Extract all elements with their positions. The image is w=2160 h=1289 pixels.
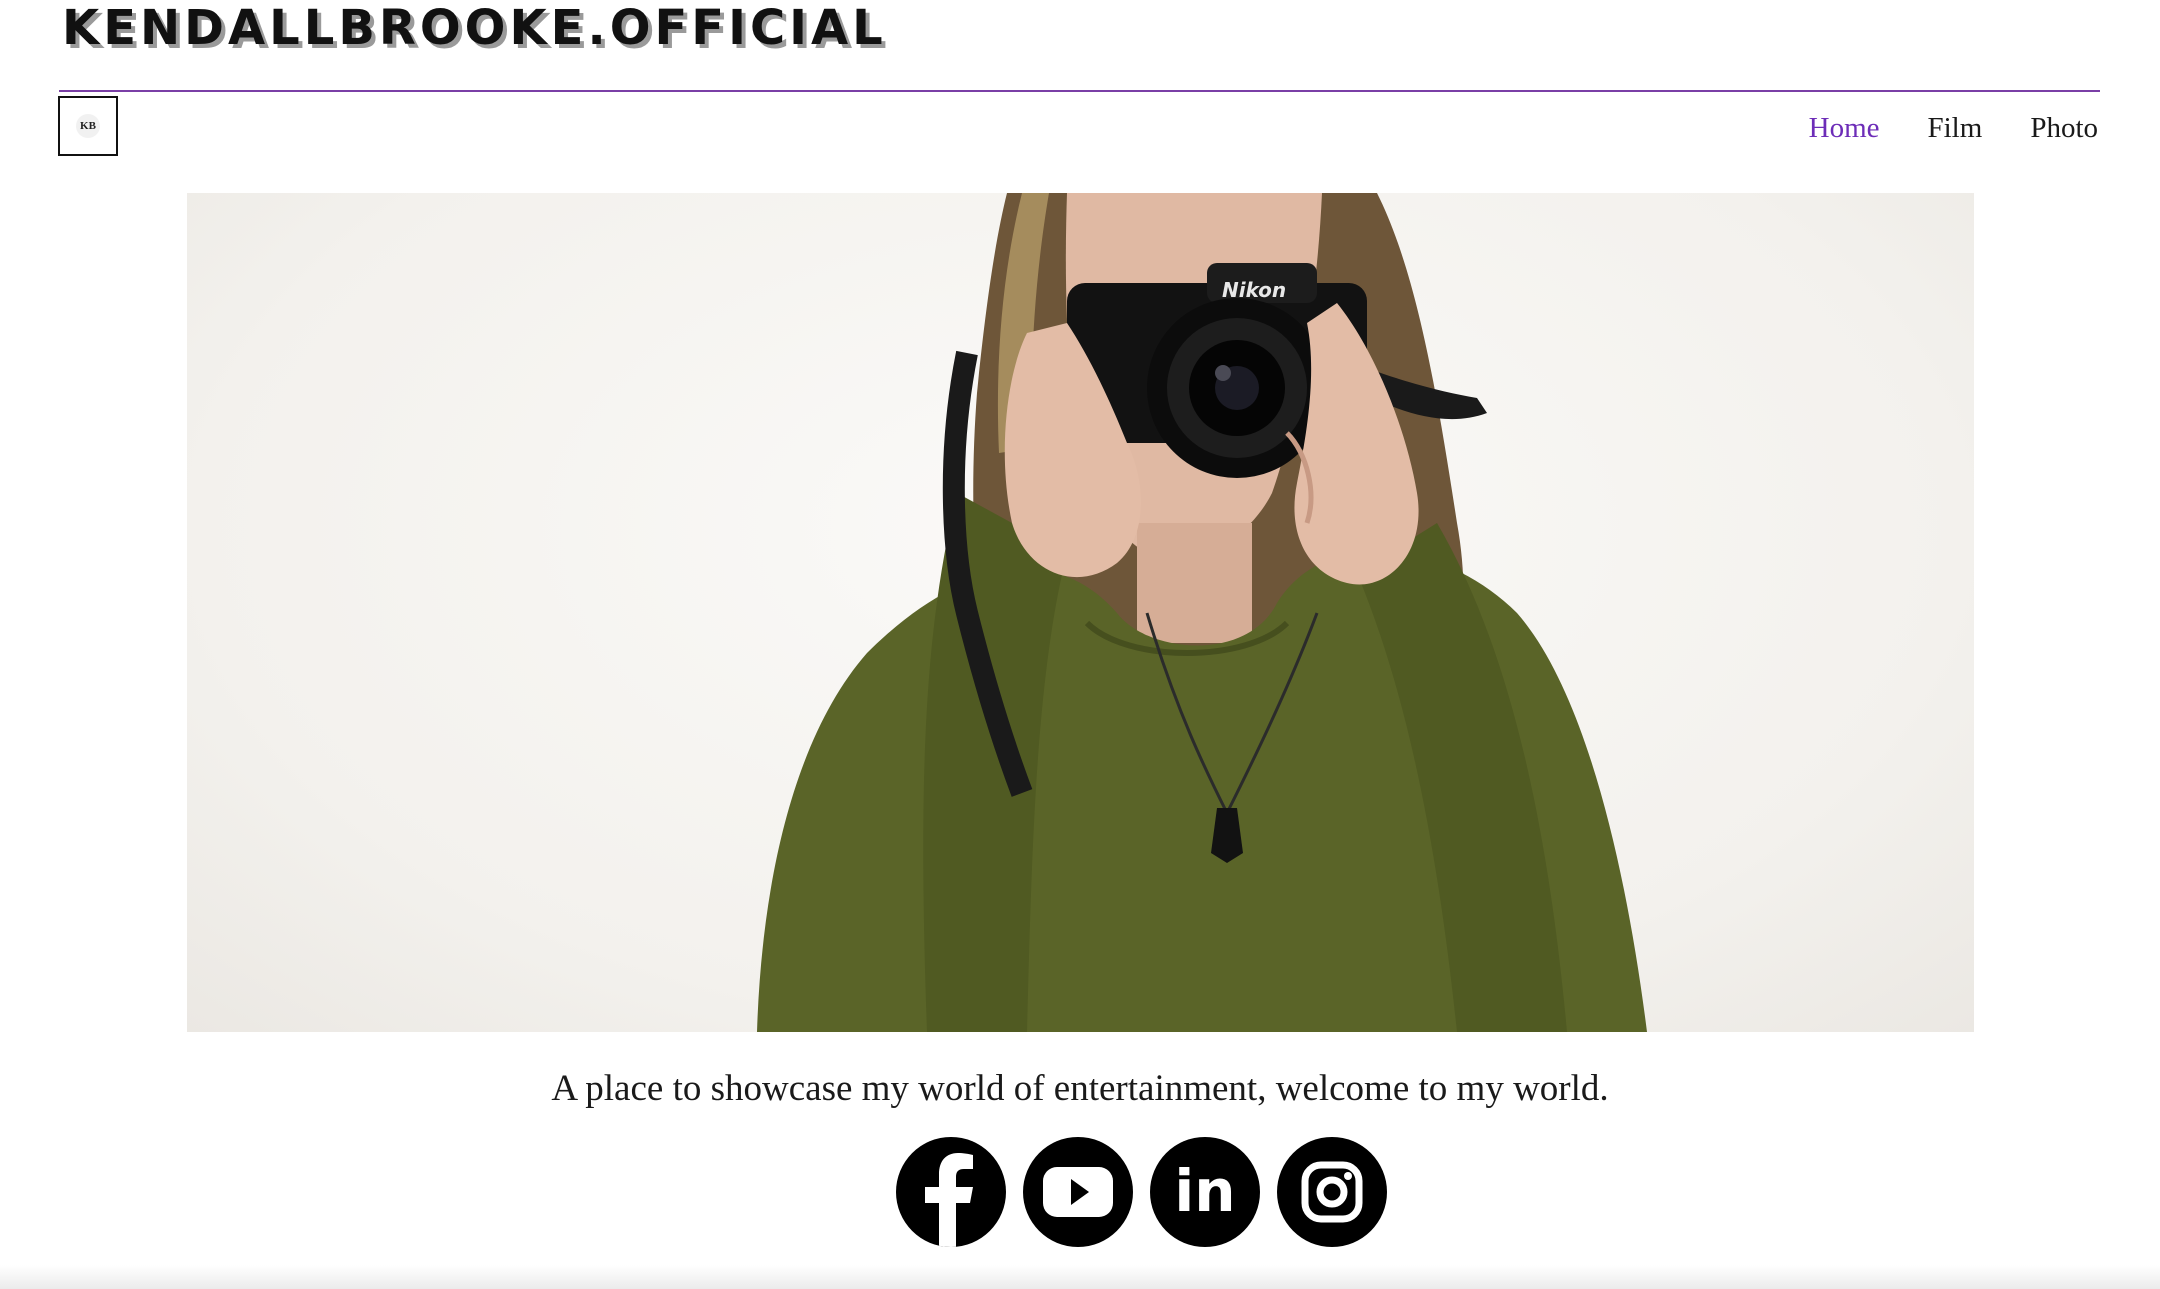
linkedin-icon: in <box>1174 1157 1235 1225</box>
linkedin-text: in <box>1174 1157 1235 1225</box>
social-links: in <box>896 1137 1387 1247</box>
instagram-icon <box>1301 1161 1363 1223</box>
instagram-link[interactable] <box>1277 1137 1387 1247</box>
youtube-icon <box>1043 1167 1113 1217</box>
site-title[interactable]: KENDALLBROOKE.OFFICIAL <box>62 0 887 56</box>
facebook-link[interactable] <box>896 1137 1006 1247</box>
page: KENDALLBROOKE.OFFICIAL KB Home Film Phot… <box>0 0 2160 1289</box>
nav-item-film[interactable]: Film <box>1928 108 1983 148</box>
nav-item-photo[interactable]: Photo <box>2030 108 2098 148</box>
hero-photo-illustration: Nikon <box>757 193 1647 1032</box>
facebook-icon <box>925 1153 973 1247</box>
youtube-link[interactable] <box>1023 1137 1133 1247</box>
bottom-fade <box>0 1265 2160 1289</box>
nav-item-home[interactable]: Home <box>1809 108 1880 148</box>
linkedin-link[interactable]: in <box>1150 1137 1260 1247</box>
logo-badge: KB <box>76 114 100 138</box>
hero-image: Nikon <box>187 193 1974 1032</box>
header-divider <box>59 90 2100 92</box>
main-nav: Home Film Photo <box>1809 108 2098 148</box>
site-logo[interactable]: KB <box>58 96 118 156</box>
tagline: A place to showcase my world of entertai… <box>551 1068 1609 1109</box>
